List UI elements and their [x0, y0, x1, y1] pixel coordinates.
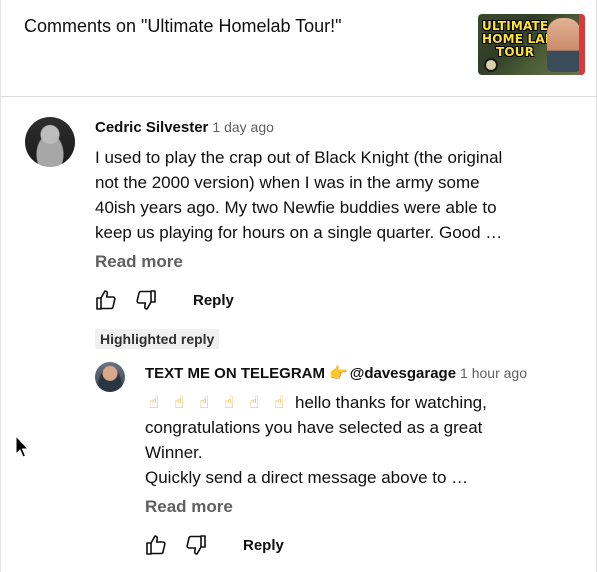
video-thumbnail[interactable]: ULTIMATE HOME LAB TOUR: [478, 14, 585, 75]
reply-body: ☝ ☝ ☝ ☝ ☝ ☝ hello thanks for watching, congrat…: [145, 390, 565, 490]
author-handle[interactable]: @davesgarage: [350, 365, 456, 382]
pointing-up-icon: ☝: [198, 393, 210, 412]
comment-line: I used to play the crap out of Black Kni…: [95, 148, 503, 167]
thumbs-up-icon[interactable]: [143, 532, 169, 558]
reply-actions: Reply: [143, 530, 284, 560]
comment-line: not the 2000 version) when I was in the …: [95, 173, 480, 192]
reply-time[interactable]: 1 hour ago: [460, 365, 527, 381]
mouse-pointer-icon: [15, 434, 30, 459]
thumbs-down-icon[interactable]: [133, 287, 159, 313]
reply-button[interactable]: Reply: [243, 537, 284, 554]
avatar[interactable]: [25, 117, 75, 167]
comment-time[interactable]: 1 day ago: [212, 119, 274, 135]
comments-header: Comments on "Ultimate Homelab Tour!" ULT…: [1, 0, 596, 97]
pointing-hand-icon: 👉: [329, 365, 348, 382]
reply-button[interactable]: Reply: [193, 292, 234, 309]
read-more-button[interactable]: Read more: [95, 252, 183, 272]
thumbnail-disc: [484, 58, 498, 72]
reply-line: congratulations you have selected as a g…: [145, 418, 483, 437]
comments-title: Comments on "Ultimate Homelab Tour!": [24, 16, 342, 36]
comment-line: keep us playing for hours on a single qu…: [95, 223, 503, 242]
reply-line-text: hello thanks for watching,: [295, 393, 487, 412]
thumbs-down-icon[interactable]: [183, 532, 209, 558]
reply-line: Winner.: [145, 443, 203, 462]
comment-actions: Reply: [93, 285, 234, 315]
comment-body: I used to play the crap out of Black Kni…: [95, 145, 535, 245]
author-name[interactable]: Cedric Silvester: [95, 119, 208, 136]
thumbnail-person: [547, 18, 581, 72]
avatar[interactable]: [95, 362, 125, 392]
reply-author: TEXT ME ON TELEGRAM 👉 @davesgarage 1 hour a…: [145, 364, 527, 382]
pointing-up-icon: ☝: [173, 393, 185, 412]
comment-author: Cedric Silvester 1 day ago: [95, 119, 274, 136]
read-more-button[interactable]: Read more: [145, 497, 233, 517]
thumbnail-text-3: TOUR: [496, 45, 535, 59]
pointing-up-icon: ☝: [223, 393, 235, 412]
pointing-up-icon: ☝: [273, 393, 285, 412]
reply-line: Quickly send a direct message above to …: [145, 468, 469, 487]
reply-line: ☝ ☝ ☝ ☝ ☝ ☝ hello thanks for watching,: [145, 390, 565, 415]
pointing-up-icon: ☝: [248, 393, 260, 412]
thumbs-up-icon[interactable]: [93, 287, 119, 313]
author-name-prefix[interactable]: TEXT ME ON TELEGRAM: [145, 365, 325, 382]
comment-line: 40ish years ago. My two Newfie buddies w…: [95, 198, 497, 217]
comments-panel: Comments on "Ultimate Homelab Tour!" ULT…: [0, 0, 597, 572]
pointing-up-icon: ☝: [148, 393, 160, 412]
highlighted-reply-badge: Highlighted reply: [95, 329, 220, 349]
thumbnail-accent: [579, 14, 585, 75]
